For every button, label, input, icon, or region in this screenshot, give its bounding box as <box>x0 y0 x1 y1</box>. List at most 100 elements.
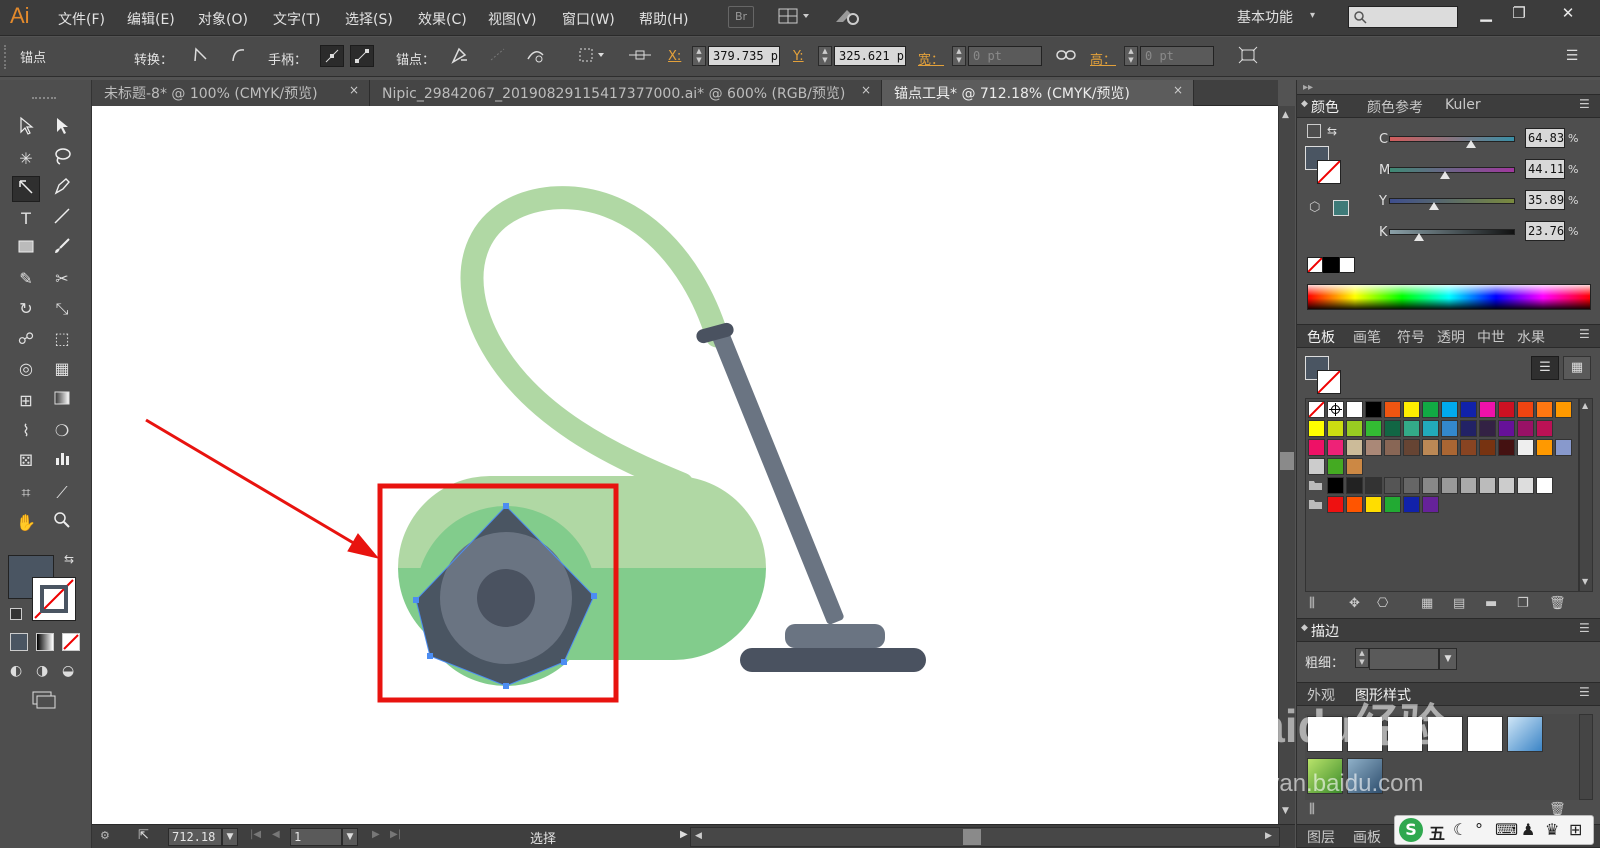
shape-builder-tool-icon[interactable]: ◎ <box>12 356 40 382</box>
ime-tools-icon[interactable]: ⊞ <box>1569 820 1582 839</box>
color-swatch[interactable] <box>1479 420 1496 437</box>
swatch-scroll-up-icon[interactable]: ▲ <box>1582 401 1588 410</box>
k-value-field[interactable]: 23.76 <box>1525 221 1565 241</box>
show-handles-icon[interactable] <box>320 45 344 67</box>
vertical-scroll-thumb[interactable] <box>1280 452 1294 470</box>
pen-tool-icon[interactable] <box>48 176 76 202</box>
color-swatch[interactable] <box>1384 420 1401 437</box>
screen-mode-icon[interactable] <box>30 690 58 710</box>
style-libraries-icon[interactable]: ⫼ <box>1309 802 1315 817</box>
tab-layers[interactable]: 图层 <box>1307 827 1335 847</box>
menu-edit[interactable]: 编辑(E) <box>127 9 175 29</box>
color-swatch[interactable] <box>1460 477 1477 494</box>
blob-brush-tool-icon[interactable]: ✎ <box>12 266 40 292</box>
constrain-proportions-icon[interactable] <box>1054 45 1078 67</box>
none-color-swatch[interactable] <box>1307 257 1323 273</box>
tab-stroke[interactable]: 描边 <box>1311 621 1339 641</box>
color-swatch[interactable] <box>1346 420 1363 437</box>
hide-handles-icon[interactable] <box>350 45 374 67</box>
color-swatch[interactable] <box>1498 401 1515 418</box>
black-color-swatch[interactable] <box>1323 257 1339 273</box>
panel-menu-icon[interactable]: ☰ <box>1579 97 1590 111</box>
hand-tool-icon[interactable]: ✋ <box>12 510 40 536</box>
k-slider-thumb[interactable] <box>1413 233 1424 241</box>
tab-color[interactable]: 颜色 <box>1311 97 1339 117</box>
anchor-point-tool-icon[interactable] <box>12 176 40 202</box>
style-blue-bevel[interactable] <box>1507 716 1543 752</box>
convert-to-corner-icon[interactable] <box>188 45 212 67</box>
menu-window[interactable]: 窗口(W) <box>562 9 615 29</box>
paintbrush-tool-icon[interactable] <box>48 236 76 262</box>
color-swatch[interactable] <box>1536 401 1553 418</box>
color-swatch[interactable] <box>1536 420 1553 437</box>
convert-to-smooth-icon[interactable] <box>226 45 250 67</box>
swap-colors-icon[interactable]: ⇆ <box>1327 124 1337 138</box>
free-transform-tool-icon[interactable]: ⬚ <box>48 326 76 352</box>
y-stepper[interactable]: ▲ ▼ <box>818 46 832 66</box>
transform-bounds-icon[interactable] <box>1236 45 1260 67</box>
tab-fruit[interactable]: 水果 <box>1517 327 1545 347</box>
delete-swatch-icon[interactable]: 🗑 <box>1549 596 1566 611</box>
zoom-field[interactable]: 712.18 <box>168 828 222 846</box>
tab-symbols[interactable]: 符号 <box>1397 327 1425 347</box>
draw-inside-icon[interactable]: ◒ <box>62 663 84 681</box>
menu-effect[interactable]: 效果(C) <box>418 9 467 29</box>
zoom-dropdown-icon[interactable]: ▼ <box>222 828 238 846</box>
color-swatch[interactable] <box>1365 477 1382 494</box>
tab-nipic[interactable]: Nipic_29842067_20190829115417377000.ai* … <box>370 80 882 106</box>
color-swatch[interactable] <box>1308 401 1325 418</box>
color-swatch[interactable] <box>1422 439 1439 456</box>
artboard-dropdown-icon[interactable]: ▼ <box>342 828 358 846</box>
type-tool-icon[interactable]: T <box>12 206 40 232</box>
workspace-chevron-icon[interactable]: ▾ <box>1310 10 1315 21</box>
gamut-swatch[interactable] <box>1333 200 1349 216</box>
menu-file[interactable]: 文件(F) <box>58 9 105 29</box>
color-swatch[interactable] <box>1346 401 1363 418</box>
color-swatch[interactable] <box>1479 477 1496 494</box>
graph-tool-icon[interactable] <box>48 448 76 474</box>
connect-anchors-icon[interactable] <box>486 45 510 67</box>
slice-tool-icon[interactable]: ⟋ <box>48 480 76 506</box>
color-swatch[interactable] <box>1403 496 1420 513</box>
menu-type[interactable]: 文字(T) <box>273 9 320 29</box>
share-icon[interactable]: ⇱ <box>138 828 156 846</box>
color-swatch[interactable] <box>1498 477 1515 494</box>
color-swatch[interactable] <box>1441 439 1458 456</box>
color-swatch[interactable] <box>1422 496 1439 513</box>
rotate-tool-icon[interactable]: ↻ <box>12 296 40 322</box>
panel-toggle-icon[interactable]: ◆ <box>1301 623 1308 633</box>
artboard-tool-icon[interactable]: ⌗ <box>12 480 40 506</box>
draw-behind-icon[interactable]: ◑ <box>36 663 58 681</box>
next-artboard-icon[interactable]: ▶ <box>372 829 380 840</box>
color-swatch[interactable] <box>1517 420 1534 437</box>
color-swatch[interactable] <box>1308 458 1325 475</box>
swatch-scroll-down-icon[interactable]: ▼ <box>1582 577 1588 586</box>
none-mode-icon[interactable] <box>62 633 80 651</box>
color-swatch[interactable] <box>1403 477 1420 494</box>
white-color-swatch[interactable] <box>1339 257 1355 273</box>
tab-artboards[interactable]: 画板 <box>1353 827 1381 847</box>
color-mode-icon[interactable] <box>10 633 28 651</box>
m-value-field[interactable]: 44.11 <box>1525 159 1565 179</box>
color-swatch[interactable] <box>1498 439 1515 456</box>
color-swatch[interactable] <box>1346 458 1363 475</box>
color-swatch[interactable] <box>1422 420 1439 437</box>
tab-swatches[interactable]: 色板 <box>1307 327 1335 347</box>
rectangle-tool-icon[interactable] <box>12 236 40 262</box>
new-color-group-icon[interactable]: ▬ <box>1485 596 1497 611</box>
y-slider-thumb[interactable] <box>1429 202 1440 210</box>
color-swatch[interactable] <box>1536 477 1553 494</box>
gpu-performance-icon[interactable] <box>832 6 862 28</box>
color-swatch[interactable] <box>1479 439 1496 456</box>
swatch-libraries-icon[interactable]: ⫼ <box>1309 596 1315 611</box>
height-field[interactable]: 0 pt <box>1140 46 1214 66</box>
ime-user-icon[interactable]: ♟ <box>1521 820 1535 839</box>
color-swatch[interactable] <box>1441 477 1458 494</box>
color-swatch[interactable] <box>1460 420 1477 437</box>
menu-help[interactable]: 帮助(H) <box>639 9 688 29</box>
swatch-kinds-icon[interactable]: ✥ <box>1349 596 1360 611</box>
tab-close-icon[interactable]: × <box>1173 83 1183 97</box>
ime-skin-icon[interactable]: ♛ <box>1545 820 1559 839</box>
default-colors-icon[interactable] <box>1307 124 1321 138</box>
tab-untitled-8[interactable]: 未标题-8* @ 100% (CMYK/预览) × <box>92 80 370 106</box>
